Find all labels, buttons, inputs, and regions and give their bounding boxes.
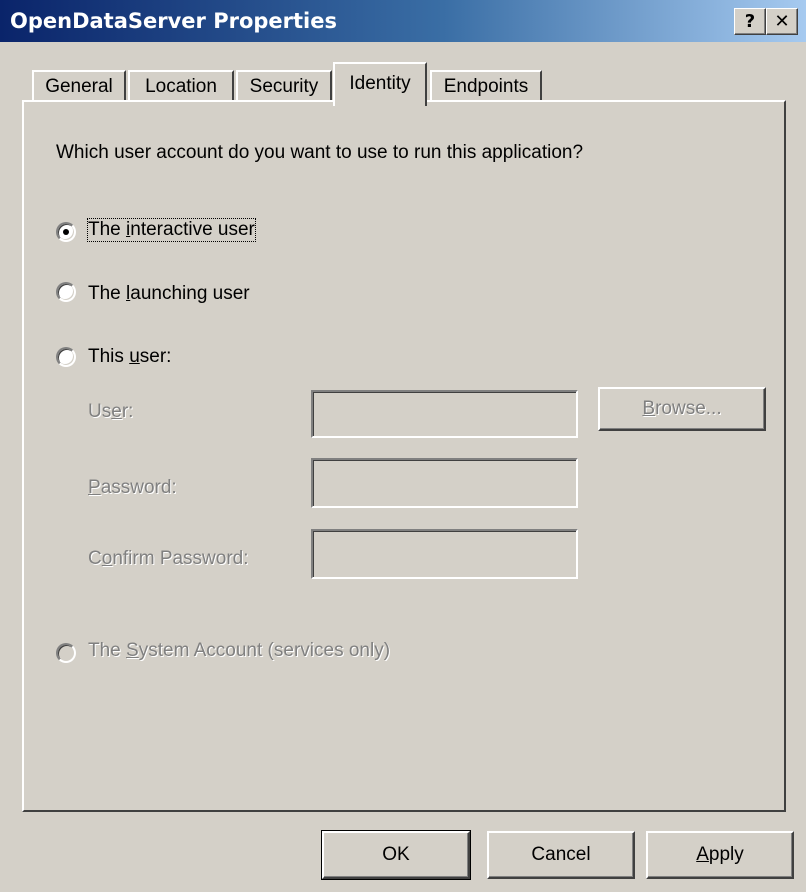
help-button[interactable]: ?: [734, 8, 766, 35]
launching-user-label[interactable]: The launching user: [88, 283, 250, 305]
interactive-user-label[interactable]: The interactive user: [87, 218, 256, 242]
user-field-label: User:: [88, 401, 134, 422]
password-input[interactable]: [311, 458, 578, 508]
ok-button[interactable]: OK: [321, 830, 471, 880]
tab-strip: General Location Security Identity Endpo…: [0, 62, 806, 106]
tab-general[interactable]: General: [32, 70, 126, 102]
confirm-password-input[interactable]: [311, 529, 578, 579]
window-title: OpenDataServer Properties: [10, 9, 337, 33]
tab-identity[interactable]: Identity: [333, 62, 427, 106]
close-button[interactable]: ✕: [766, 8, 798, 35]
identity-panel: Which user account do you want to use to…: [22, 100, 786, 812]
confirm-password-field-label: Confirm Password:: [88, 548, 249, 569]
system-account-label: The System Account (services only): [88, 640, 391, 661]
user-input[interactable]: [311, 390, 578, 438]
cancel-button[interactable]: Cancel: [487, 831, 635, 879]
tab-location[interactable]: Location: [128, 70, 234, 102]
browse-button[interactable]: Browse...: [598, 387, 766, 431]
radio-interactive-user[interactable]: [56, 222, 76, 242]
account-question: Which user account do you want to use to…: [56, 142, 584, 163]
radio-system-account[interactable]: [56, 643, 76, 663]
tab-endpoints[interactable]: Endpoints: [430, 70, 542, 102]
password-field-label: Password:: [88, 477, 177, 498]
apply-button[interactable]: Apply: [646, 831, 794, 879]
title-bar: OpenDataServer Properties ? ✕: [0, 0, 806, 42]
this-user-label[interactable]: This user:: [88, 346, 171, 368]
radio-this-user[interactable]: [56, 347, 76, 367]
tab-security[interactable]: Security: [236, 70, 332, 102]
radio-launching-user[interactable]: [56, 282, 76, 302]
